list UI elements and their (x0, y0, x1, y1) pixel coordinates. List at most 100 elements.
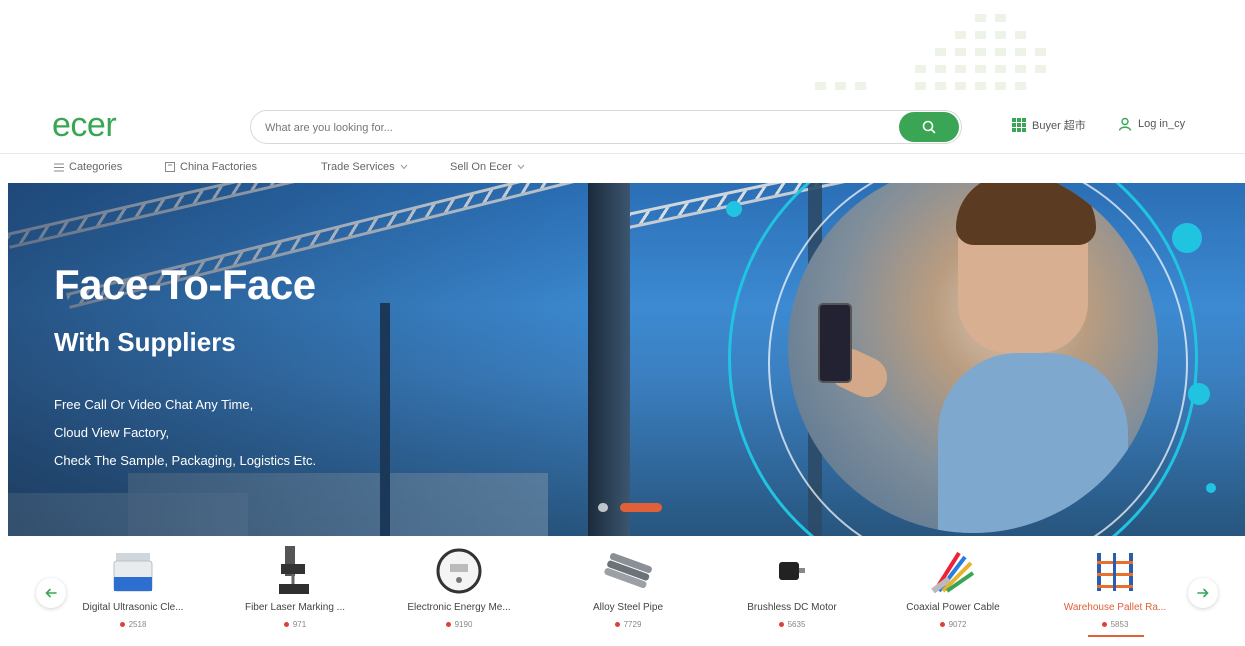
grid-square-decoration (915, 65, 926, 73)
grid-square-decoration (955, 82, 966, 90)
chevron-down-icon (400, 164, 407, 170)
next-arrow-button[interactable] (1188, 578, 1218, 608)
nav-sell-on-ecer-label: Sell On Ecer (450, 161, 512, 173)
grid-square-decoration (995, 14, 1006, 22)
banner-title: Face-To-Face (54, 261, 316, 308)
grid-square-decoration (955, 48, 966, 56)
product-item[interactable]: Alloy Steel Pipe 7729 (563, 540, 693, 640)
grid-square-decoration (855, 82, 866, 90)
grid-square-decoration (955, 65, 966, 73)
ecer-logo[interactable]: ecer (52, 106, 117, 145)
grid-icon (1012, 118, 1026, 132)
nav-trade-services[interactable]: Trade Services (321, 161, 408, 173)
grid-square-decoration (1015, 31, 1026, 39)
product-item[interactable]: Fiber Laser Marking ... 971 (230, 540, 360, 640)
arrow-left-icon (45, 588, 57, 598)
list-icon (54, 163, 64, 171)
grid-square-decoration (935, 65, 946, 73)
nav-china-factories-label: China Factories (180, 161, 258, 173)
decorative-dot (1172, 223, 1202, 253)
nav-categories[interactable]: Categories (54, 161, 122, 173)
steel-pipe-icon (603, 546, 653, 596)
smartphone (818, 303, 852, 383)
product-name: Coaxial Power Cable (906, 602, 1000, 613)
grid-square-decoration (975, 65, 986, 73)
grid-square-decoration (815, 82, 826, 90)
login-link[interactable]: Log in_cy (1118, 117, 1185, 131)
grid-square-decoration (1015, 65, 1026, 73)
laser-marking-machine-icon (270, 546, 320, 596)
grid-square-decoration (995, 65, 1006, 73)
grid-square-decoration (1035, 48, 1046, 56)
search-input[interactable] (265, 119, 885, 137)
grid-square-decoration (995, 82, 1006, 90)
banner-line: Cloud View Factory, (54, 425, 170, 440)
ultrasonic-cleaner-icon (108, 546, 158, 596)
product-item[interactable]: Coaxial Power Cable 9072 (888, 540, 1018, 640)
product-name: Electronic Energy Me... (407, 602, 511, 613)
product-count: 5853 (1050, 620, 1180, 629)
arrow-right-icon (1197, 588, 1209, 598)
product-item[interactable]: Brushless DC Motor 5635 (727, 540, 857, 640)
decorative-dot (726, 201, 742, 217)
product-count: 971 (230, 620, 360, 629)
banner-overlay (8, 183, 628, 536)
user-icon (1118, 117, 1132, 131)
hero-banner[interactable]: Face-To-Face With Suppliers Free Call Or… (8, 183, 1245, 536)
nav-china-factories[interactable]: China Factories (165, 161, 257, 173)
login-label: Log in_cy (1138, 118, 1186, 130)
grid-square-decoration (975, 48, 986, 56)
carousel-dot[interactable] (598, 503, 608, 512)
search-bar (250, 110, 962, 144)
product-count: 5635 (727, 620, 857, 629)
product-item[interactable]: Electronic Energy Me... 9190 (394, 540, 524, 640)
pallet-rack-icon (1090, 546, 1140, 596)
energy-meter-icon (434, 546, 484, 596)
grid-square-decoration (935, 82, 946, 90)
top-decoration (0, 0, 1245, 100)
banner-subtitle: With Suppliers (54, 327, 236, 357)
grid-square-decoration (835, 82, 846, 90)
nav-trade-services-label: Trade Services (321, 161, 395, 173)
carousel-dot-active[interactable] (620, 503, 662, 512)
product-name: Warehouse Pallet Ra... (1063, 602, 1167, 613)
factory-icon (165, 162, 175, 172)
product-name: Digital Ultrasonic Cle... (82, 602, 184, 613)
grid-square-decoration (995, 31, 1006, 39)
grid-square-decoration (975, 14, 986, 22)
buyer-link[interactable]: Buyer 超市 (1012, 117, 1086, 133)
grid-square-decoration (1015, 82, 1026, 90)
search-button[interactable] (899, 112, 959, 142)
person-hair (956, 183, 1096, 245)
grid-square-decoration (975, 82, 986, 90)
prev-arrow-button[interactable] (36, 578, 66, 608)
grid-square-decoration (955, 31, 966, 39)
product-item-active[interactable]: Warehouse Pallet Ra... 5853 (1050, 540, 1180, 640)
banner-line: Free Call Or Video Chat Any Time, (54, 397, 254, 412)
nav-categories-label: Categories (69, 161, 123, 173)
site-header: ecer Buyer 超市 Log in_cy (0, 100, 1245, 152)
steel-column (588, 183, 630, 536)
grid-square-decoration (1035, 65, 1046, 73)
product-item[interactable]: Digital Ultrasonic Cle... 2518 (68, 540, 198, 640)
main-nav: Categories China Factories Trade Service… (0, 153, 1245, 183)
chevron-down-icon (517, 164, 525, 170)
person-video-call-photo (788, 183, 1158, 533)
active-underline (1088, 635, 1144, 637)
grid-square-decoration (975, 31, 986, 39)
product-name: Brushless DC Motor (747, 602, 837, 613)
product-count: 2518 (68, 620, 198, 629)
product-name: Alloy Steel Pipe (592, 602, 664, 613)
product-name: Fiber Laser Marking ... (244, 602, 346, 613)
grid-square-decoration (1015, 48, 1026, 56)
person-shirt (938, 353, 1128, 533)
grid-square-decoration (935, 48, 946, 56)
nav-sell-on-ecer[interactable]: Sell On Ecer (450, 161, 525, 173)
product-count: 9072 (888, 620, 1018, 629)
power-cable-icon (928, 546, 978, 596)
decorative-dot (1206, 483, 1216, 493)
dc-motor-icon (767, 546, 817, 596)
search-icon (922, 120, 936, 134)
grid-square-decoration (915, 82, 926, 90)
buyer-label: Buyer 超市 (1032, 120, 1086, 132)
